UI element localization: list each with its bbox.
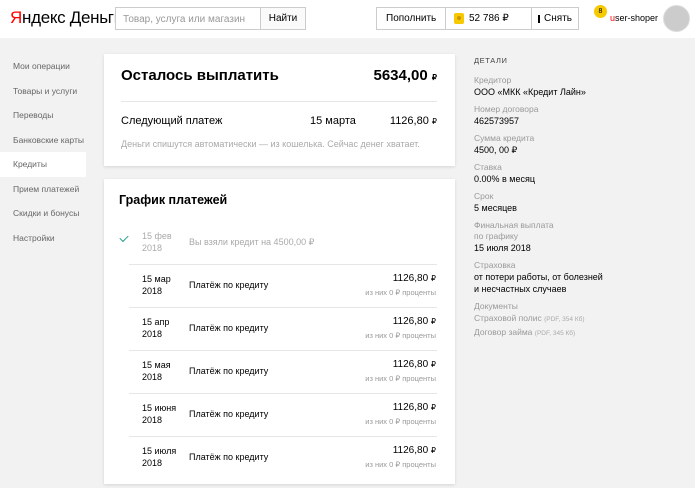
sidebar-nav: Мои операции Товары и услуги Переводы Ба… (0, 54, 86, 250)
find-button[interactable]: Найти (260, 7, 306, 30)
row-label: Платёж по кредиту (189, 409, 269, 419)
sidebar-item-goods[interactable]: Товары и услуги (0, 79, 86, 104)
sidebar-item-credits[interactable]: Кредиты (0, 152, 86, 177)
payment-schedule-card: График платежей 15 фев 2018 Вы взяли кред… (104, 179, 455, 484)
remaining-amount: 5634,00 ₽ (374, 67, 438, 84)
schedule-title: График платежей (119, 193, 228, 207)
contract-value: 462573957 (474, 116, 520, 126)
withdraw-button[interactable]: Снять (532, 8, 578, 29)
row-interest-note: из них 0 ₽ проценты (365, 331, 436, 340)
final-payment-label: Финальная выплата по графику (474, 220, 554, 241)
insurance-label: Страховка (474, 260, 516, 270)
credit-sum-label: Сумма кредита (474, 133, 535, 143)
topup-button[interactable]: Пополнить (377, 8, 446, 29)
currency-sign: ₽ (431, 117, 437, 126)
schedule-row: 15 июня 2018 Платёж по кредиту 1126,80 ₽ … (104, 394, 455, 437)
schedule-row: 15 июля 2018 Платёж по кредиту 1126,80 ₽ … (104, 437, 455, 480)
row-date: 15 апр 2018 (142, 317, 170, 339)
row-label: Платёж по кредиту (189, 280, 269, 290)
avatar[interactable] (663, 5, 690, 32)
logo-letter: Я (10, 8, 22, 27)
wallet-group: Пополнить 52 786 ₽ 8 Снять (376, 5, 607, 30)
currency-sign: ₽ (431, 73, 437, 82)
row-date: 15 июня 2018 (142, 403, 177, 425)
row-interest-note: из них 0 ₽ проценты (365, 417, 436, 426)
yandex-money-logo[interactable]: Яндекс Деньги (10, 8, 123, 28)
withdraw-icon (538, 14, 541, 23)
sidebar-item-discounts[interactable]: Скидки и бонусы (0, 201, 86, 226)
sidebar-item-payments-accept[interactable]: Прием платежей (0, 177, 86, 202)
creditor-value: ООО «МКК «Кредит Лайн» (474, 87, 586, 97)
remaining-title: Осталось выплатить (121, 67, 279, 84)
row-amount: 1126,80 ₽ (392, 273, 436, 284)
row-interest-note: из них 0 ₽ проценты (365, 374, 436, 383)
search-input[interactable]: Товар, услуга или магазин (115, 7, 261, 30)
wallet-icon (454, 13, 464, 24)
insurance-value: от потери работы, от болезней и несчастны… (474, 272, 603, 294)
sidebar-item-bank-cards[interactable]: Банковские карты (0, 128, 86, 153)
notification-badge[interactable]: 8 (594, 5, 607, 18)
row-interest-note: из них 0 ₽ проценты (365, 288, 436, 297)
withdraw-label: Снять (544, 13, 572, 24)
row-amount: 1126,80 ₽ (392, 359, 436, 370)
top-header: Яндекс Деньги Товар, услуга или магазин … (0, 0, 695, 38)
documents-label: Документы (474, 301, 518, 311)
insurance-policy-link[interactable]: Страховой полис (PDF, 354 Кб) (474, 312, 689, 326)
term-value: 5 месяцев (474, 203, 517, 213)
remaining-summary-card: Осталось выплатить 5634,00 ₽ Следующий п… (104, 54, 455, 166)
username-rest: ser-shoper (615, 13, 659, 23)
username-link[interactable]: user-shoper (610, 13, 658, 23)
check-icon (119, 232, 129, 243)
next-payment-label: Следующий платеж (121, 115, 223, 127)
final-payment-value: 15 июля 2018 (474, 243, 531, 253)
logo-text: ндекс Деньги (21, 8, 123, 27)
sidebar-item-operations[interactable]: Мои операции (0, 54, 86, 79)
row-label: Платёж по кредиту (189, 323, 269, 333)
row-date: 15 фев 2018 (142, 231, 172, 253)
term-label: Срок (474, 191, 494, 201)
balance-button[interactable]: 52 786 ₽ 8 (446, 5, 607, 29)
next-payment-amount-value: 1126,80 (389, 115, 429, 127)
details-heading: ДЕТАЛИ (474, 56, 508, 65)
schedule-row: 15 фев 2018 Вы взяли кредит на 4500,00 ₽ (104, 222, 455, 265)
row-date: 15 мар 2018 (142, 274, 171, 296)
divider (121, 101, 437, 102)
next-payment-amount: 1126,80 ₽ (390, 115, 437, 127)
next-payment-date: 15 марта (310, 115, 356, 127)
balance-value: 52 786 ₽ (469, 13, 509, 24)
loan-contract-link[interactable]: Договор займа (PDF, 345 Кб) (474, 326, 689, 340)
rate-value: 0.00% в месяц (474, 174, 536, 184)
row-amount: 1126,80 ₽ (392, 316, 436, 327)
row-date: 15 июля 2018 (142, 446, 177, 468)
row-label: Платёж по кредиту (189, 366, 269, 376)
row-date: 15 мая 2018 (142, 360, 171, 382)
row-interest-note: из них 0 ₽ проценты (365, 460, 436, 469)
row-amount: 1126,80 ₽ (392, 445, 436, 456)
schedule-row: 15 апр 2018 Платёж по кредиту 1126,80 ₽ и… (104, 308, 455, 351)
contract-label: Номер договора (474, 104, 539, 114)
credit-sum-value: 4500, 00 ₽ (474, 145, 518, 155)
row-label: Вы взяли кредит на 4500,00 ₽ (189, 237, 315, 247)
schedule-row: 15 мар 2018 Платёж по кредиту 1126,80 ₽ и… (104, 265, 455, 308)
rate-label: Ставка (474, 162, 502, 172)
row-amount: 1126,80 ₽ (392, 402, 436, 413)
remaining-amount-value: 5634,00 (373, 67, 428, 84)
row-label: Платёж по кредиту (189, 452, 269, 462)
details-panel: ДЕТАЛИ Кредитор ООО «МКК «Кредит Лайн» Н… (474, 54, 689, 340)
schedule-row: 15 мая 2018 Платёж по кредиту 1126,80 ₽ и… (104, 351, 455, 394)
autopay-note: Деньги спишутся автоматически — из кошел… (121, 139, 420, 149)
creditor-label: Кредитор (474, 75, 512, 85)
sidebar-item-transfers[interactable]: Переводы (0, 103, 86, 128)
sidebar-item-settings[interactable]: Настройки (0, 226, 86, 251)
